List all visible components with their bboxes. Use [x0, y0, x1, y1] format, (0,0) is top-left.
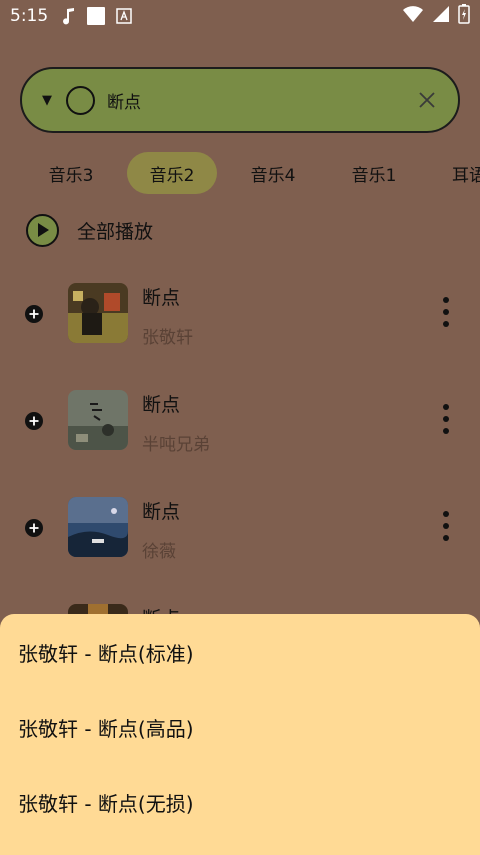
search-bar[interactable]: ▼ 断点: [20, 67, 460, 133]
tab-music2[interactable]: 音乐2: [127, 152, 217, 194]
song-title: 断点: [142, 501, 181, 523]
quality-option-standard[interactable]: 张敬轩 - 断点(标准): [0, 615, 480, 690]
quality-option-lossless[interactable]: 张敬轩 - 断点(无损): [0, 765, 480, 840]
wifi-icon: [402, 5, 424, 28]
source-circle-icon[interactable]: [66, 85, 95, 115]
source-tabs: 音乐3 音乐2 音乐4 音乐1 耳语: [0, 152, 480, 194]
song-title: 断点: [142, 394, 181, 416]
status-right: [402, 3, 470, 29]
add-icon[interactable]: [24, 304, 44, 324]
play-all-label: 全部播放: [77, 220, 154, 243]
song-row[interactable]: 断点 半吨兄弟: [0, 390, 480, 470]
tab-music1[interactable]: 音乐1: [329, 152, 419, 194]
song-artist: 半吨兄弟: [142, 435, 210, 455]
status-bar: 5:15: [0, 0, 480, 32]
add-icon[interactable]: [24, 411, 44, 431]
song-artist: 徐薇: [142, 542, 176, 562]
add-icon[interactable]: [24, 518, 44, 538]
signal-icon: [432, 5, 450, 28]
notification-square-icon: [86, 6, 106, 26]
more-options-icon[interactable]: [438, 297, 454, 327]
song-row[interactable]: 断点 张敬轩: [0, 283, 480, 363]
keyboard-a-icon: [116, 8, 132, 24]
status-time: 5:15: [10, 6, 49, 26]
tab-whisper[interactable]: 耳语: [432, 152, 480, 194]
clear-icon[interactable]: [416, 89, 438, 111]
dropdown-arrow-icon[interactable]: ▼: [42, 93, 52, 108]
music-note-icon: [62, 7, 76, 25]
song-artist: 张敬轩: [142, 328, 193, 348]
play-icon: [26, 213, 59, 247]
search-input[interactable]: 断点: [107, 88, 416, 113]
more-options-icon[interactable]: [438, 511, 454, 541]
quality-bottom-sheet: 张敬轩 - 断点(标准) 张敬轩 - 断点(高品) 张敬轩 - 断点(无损): [0, 614, 480, 855]
song-title: 断点: [142, 287, 181, 309]
album-cover: [68, 390, 128, 450]
album-cover: [68, 497, 128, 557]
tab-music3[interactable]: 音乐3: [26, 152, 116, 194]
battery-icon: [458, 3, 470, 29]
more-options-icon[interactable]: [438, 404, 454, 434]
tab-music4[interactable]: 音乐4: [228, 152, 318, 194]
album-cover: [68, 283, 128, 343]
play-all-button[interactable]: 全部播放: [26, 213, 153, 247]
song-row[interactable]: 断点 徐薇: [0, 497, 480, 577]
quality-option-high[interactable]: 张敬轩 - 断点(高品): [0, 690, 480, 765]
